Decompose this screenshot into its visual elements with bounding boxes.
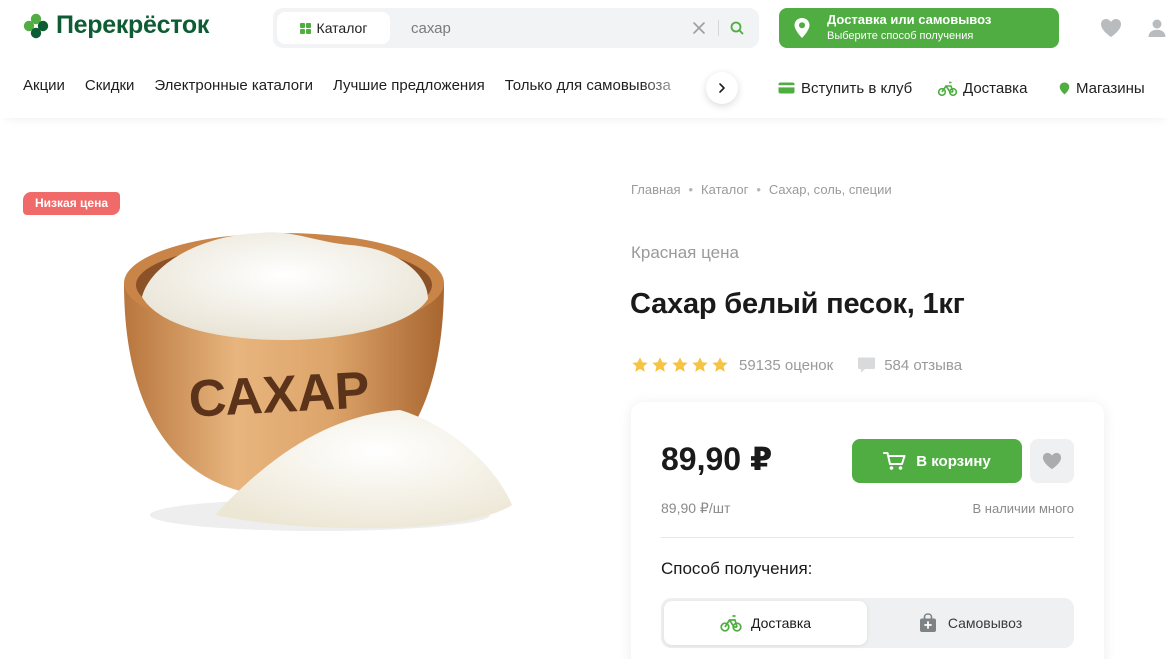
comment-icon <box>858 357 876 373</box>
nav-item-e-catalogs[interactable]: Электронные каталоги <box>154 77 313 99</box>
stores-link[interactable]: Магазины <box>1059 77 1145 99</box>
catalog-label: Каталог <box>316 20 368 36</box>
breadcrumb-home[interactable]: Главная <box>631 182 680 197</box>
breadcrumb-catalog[interactable]: Каталог <box>701 182 748 197</box>
breadcrumb-category[interactable]: Сахар, соль, специи <box>769 182 892 197</box>
receive-method-label: Способ получения: <box>661 559 813 578</box>
product-title: Сахар белый песок, 1кг <box>630 288 965 320</box>
reviews-link[interactable]: 584 отзыва <box>884 357 962 374</box>
join-club-label: Вступить в клуб <box>801 79 913 97</box>
shopping-bag-icon <box>919 613 936 632</box>
method-delivery-label: Доставка <box>750 615 812 631</box>
buy-card: 89,90 ₽ В корзину 89,90 ₽/шт В наличии м… <box>631 402 1104 659</box>
product-rating: 59135 оценок 584 отзыва <box>631 355 962 375</box>
map-pin-icon <box>1059 82 1070 94</box>
grid-icon <box>299 22 311 34</box>
cart-icon <box>883 452 906 470</box>
product-price: 89,90 ₽ <box>661 441 773 477</box>
nav-scroll-right-button[interactable] <box>706 72 738 104</box>
site-header: Перекрёсток Каталог Доставка или самовыв… <box>0 0 1171 118</box>
method-pickup-label: Самовывоз <box>947 615 1023 631</box>
unit-price: 89,90 ₽/шт <box>661 500 731 516</box>
catalog-button[interactable]: Каталог <box>277 12 390 44</box>
product-image: САХАР <box>124 232 512 531</box>
main-nav: Акции Скидки Электронные каталоги Лучшие… <box>23 77 671 99</box>
breadcrumb: Главная • Каталог • Сахар, соль, специи <box>631 182 892 197</box>
search-bar: Каталог <box>273 8 759 48</box>
delivery-selector-button[interactable]: Доставка или самовывоз Выберите способ п… <box>779 8 1059 48</box>
nav-item-discounts[interactable]: Скидки <box>85 77 134 99</box>
add-to-cart-button[interactable]: В корзину <box>852 439 1022 483</box>
delivery-link-label: Доставка <box>963 79 1028 97</box>
add-to-cart-label: В корзину <box>916 452 991 470</box>
join-club-link[interactable]: Вступить в клуб <box>778 77 912 99</box>
delivery-subtitle: Выберите способ получения <box>827 30 974 42</box>
breadcrumb-separator: • <box>688 182 694 197</box>
low-price-badge: Низкая цена <box>23 192 120 215</box>
breadcrumb-separator: • <box>756 182 761 197</box>
bicycle-icon <box>938 81 957 96</box>
card-icon <box>778 82 795 94</box>
star-icon <box>692 357 708 372</box>
delivery-title: Доставка или самовывоз <box>827 12 992 27</box>
star-icon <box>652 357 668 372</box>
logo-text: Перекрёсток <box>56 11 210 39</box>
svg-text:САХАР: САХАР <box>187 361 371 428</box>
search-icon[interactable] <box>729 20 745 36</box>
clover-logo-icon <box>23 13 49 38</box>
star-icon <box>712 357 728 372</box>
add-to-favorites-button[interactable] <box>1030 439 1074 483</box>
stores-link-label: Магазины <box>1076 79 1145 97</box>
rating-count: 59135 оценок <box>739 356 834 374</box>
logo[interactable]: Перекрёсток <box>23 11 209 40</box>
heart-icon <box>1042 452 1062 470</box>
divider <box>661 537 1074 538</box>
method-pickup-option[interactable]: Самовывоз <box>868 601 1071 645</box>
close-icon[interactable] <box>690 19 708 37</box>
method-delivery-option[interactable]: Доставка <box>664 601 867 645</box>
user-icon[interactable] <box>1146 17 1168 39</box>
star-icon <box>632 357 648 372</box>
nav-item-promotions[interactable]: Акции <box>23 77 65 99</box>
delivery-link[interactable]: Доставка <box>938 77 1027 99</box>
rating-stars <box>631 356 729 374</box>
search-input[interactable] <box>403 12 683 44</box>
receive-method-switch: Доставка Самовывоз <box>661 598 1074 648</box>
star-icon <box>672 357 688 372</box>
search-divider <box>718 20 719 36</box>
map-pin-icon <box>794 18 810 38</box>
heart-icon[interactable] <box>1099 17 1123 39</box>
chevron-right-icon <box>719 83 725 93</box>
nav-item-best-offers[interactable]: Лучшие предложения <box>333 77 485 99</box>
product-brand-link[interactable]: Красная цена <box>631 243 739 263</box>
stock-status: В наличии много <box>972 501 1074 516</box>
bicycle-icon <box>720 615 742 632</box>
